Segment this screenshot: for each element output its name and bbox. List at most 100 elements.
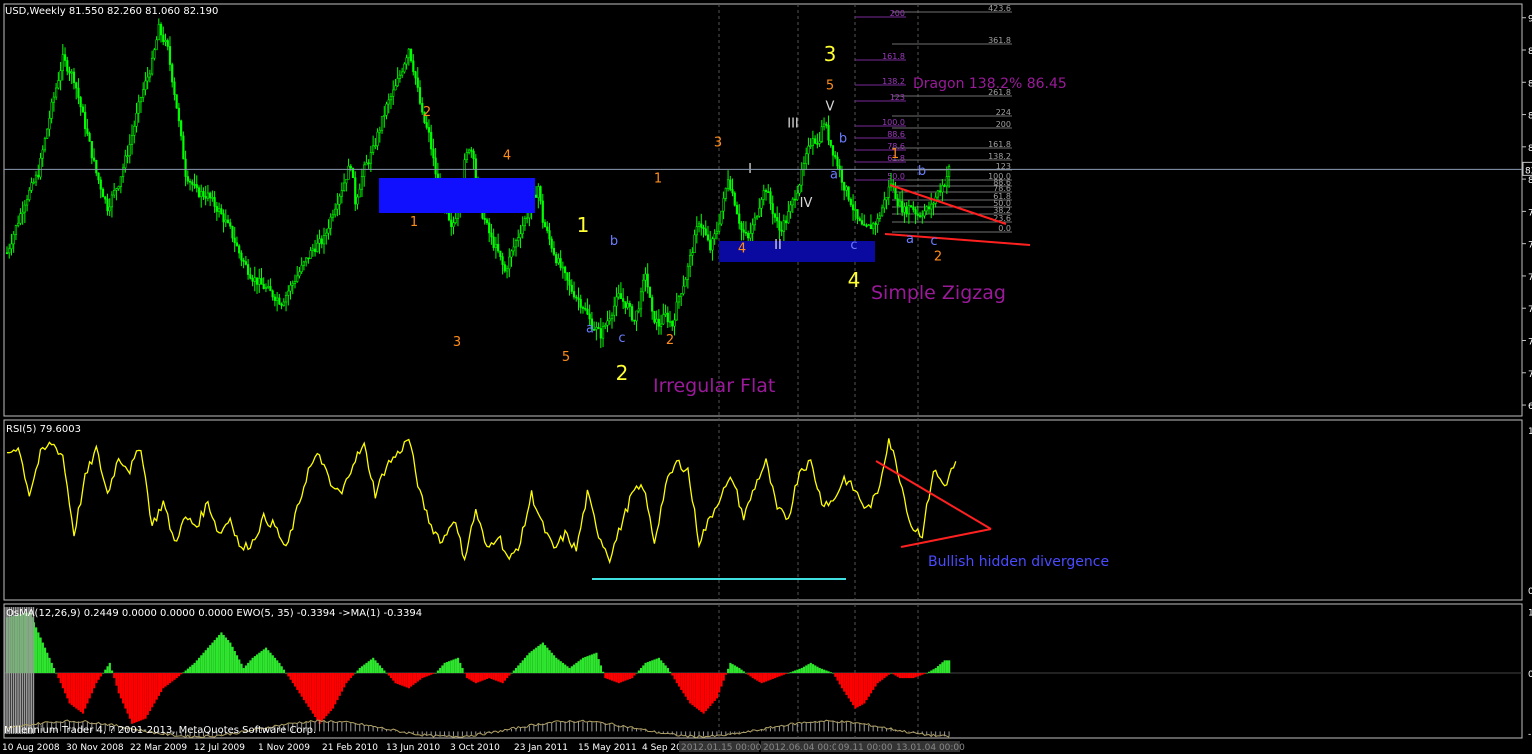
price-candle-body <box>430 131 433 150</box>
price-candle-body <box>485 219 489 224</box>
osma-bar <box>919 673 922 676</box>
price-candle-body <box>874 223 877 225</box>
osma-bar <box>731 664 734 674</box>
price-candle-body <box>269 286 272 292</box>
osma-bar <box>396 673 399 685</box>
osma-bar <box>586 656 589 674</box>
price-candle-body <box>546 226 549 231</box>
price-candle-body <box>472 150 475 160</box>
wave-label: III <box>787 116 799 131</box>
osma-bar <box>231 646 234 674</box>
price-candle-body <box>845 186 848 191</box>
osma-bar <box>278 662 281 674</box>
osma-bar <box>501 673 504 684</box>
osma-bar <box>75 673 78 709</box>
price-tick-label: 83.377 <box>1528 144 1532 154</box>
price-candle-body <box>646 273 649 288</box>
osma-bar <box>910 673 913 679</box>
osma-bar <box>37 632 40 674</box>
rsi-tick-label: 0 <box>1528 587 1532 597</box>
price-candle-body <box>704 228 707 236</box>
price-candle-body <box>834 154 837 158</box>
osma-bar <box>338 673 341 696</box>
price-candle-body <box>253 277 256 282</box>
price-candle-body <box>572 291 576 298</box>
osma-bar <box>892 673 895 675</box>
osma-bar <box>785 673 788 674</box>
osma-bar <box>722 673 725 681</box>
price-candle-body <box>278 297 281 305</box>
price-candle-body <box>840 169 844 183</box>
price-candle-body <box>10 243 13 250</box>
osma-bar <box>778 673 781 677</box>
osma-bar <box>780 673 783 676</box>
osma-bar <box>675 673 678 684</box>
osma-bar <box>374 660 377 674</box>
divergence-label: Bullish hidden divergence <box>928 554 1109 570</box>
osma-bar <box>394 673 397 684</box>
price-candle-body <box>860 220 864 225</box>
price-candle-body <box>318 238 321 244</box>
price-candle-body <box>584 307 587 310</box>
osma-bar <box>305 673 308 704</box>
price-candle-body <box>372 145 375 153</box>
price-candle-body <box>166 40 169 47</box>
osma-bar <box>858 673 861 707</box>
osma-bar <box>626 673 629 680</box>
osma-bar <box>287 673 290 677</box>
price-tick-label: 85.077 <box>1528 112 1532 122</box>
osma-bar <box>530 651 533 674</box>
price-candle-body <box>392 89 395 97</box>
price-tick-label: 74.877 <box>1528 305 1532 315</box>
price-candle-body <box>925 206 928 212</box>
osma-bar <box>195 660 198 674</box>
osma-bar <box>528 652 531 674</box>
price-candle-body <box>155 39 158 51</box>
osma-bar <box>233 651 236 674</box>
price-candle-body <box>760 199 763 209</box>
price-candle-body <box>226 219 230 223</box>
osma-bar <box>363 664 366 674</box>
osma-bar <box>735 666 739 674</box>
osma-bar <box>613 673 616 682</box>
price-candle-body <box>197 187 201 197</box>
osma-bar <box>836 673 839 681</box>
osma-bar <box>740 669 743 674</box>
price-candle-body <box>689 255 692 267</box>
price-candle-body <box>72 71 76 84</box>
osma-bar <box>472 673 475 682</box>
osma-bar <box>122 673 125 704</box>
osma-bar <box>872 673 875 690</box>
osma-bar <box>414 673 417 684</box>
price-candle-body <box>79 97 82 108</box>
osma-bar <box>686 673 690 701</box>
price-candle-body <box>17 222 20 226</box>
price-candle-body <box>731 189 734 194</box>
osma-bar <box>276 660 279 674</box>
osma-bar <box>660 660 663 674</box>
osma-bar <box>356 670 359 674</box>
osma-bar <box>729 662 732 674</box>
osma-bar <box>608 673 611 680</box>
osma-bar <box>816 666 819 674</box>
price-candle-body <box>814 138 817 144</box>
price-candle-body <box>298 271 301 277</box>
osma-bar <box>506 673 509 679</box>
osma-bar <box>41 642 44 674</box>
price-candle-body <box>604 324 607 327</box>
price-candle-body <box>831 145 835 156</box>
osma-bar <box>869 673 873 694</box>
price-candle-body <box>778 220 781 231</box>
price-candle-body <box>99 179 102 190</box>
osma-bar <box>139 673 143 721</box>
osma-bar <box>204 650 207 674</box>
osma-bar <box>798 668 801 674</box>
osma-bar <box>546 647 549 674</box>
osma-bar <box>648 661 652 674</box>
osma-bar <box>425 673 428 677</box>
wave-label: II <box>774 238 782 253</box>
price-candle-body <box>709 239 712 251</box>
osma-bar <box>590 654 594 674</box>
osma-bar <box>570 666 573 674</box>
price-candle-body <box>684 279 687 287</box>
